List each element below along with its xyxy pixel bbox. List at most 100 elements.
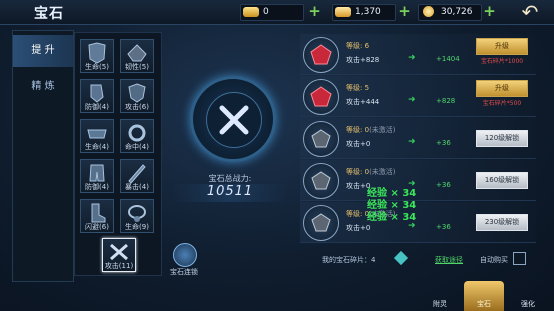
silver-resource: 1,370 <box>332 4 396 21</box>
red-gem-icon <box>310 44 332 65</box>
get-source-link[interactable]: 获取途径 <box>435 255 463 265</box>
blade-icon <box>128 164 146 184</box>
level-label: 等级: <box>346 42 363 50</box>
add-silver-button[interactable]: + <box>397 4 412 19</box>
slot-label: 防御(4) <box>85 183 109 191</box>
slot-label: 防御(4) <box>85 103 109 111</box>
slot-1[interactable]: 生命(5) <box>80 39 114 73</box>
gem-gain: +828 <box>436 97 456 105</box>
tab-refine[interactable]: 精 炼 <box>13 71 73 103</box>
level-label: 等级: <box>346 126 363 134</box>
upgrade-cost: 宝石碎片*1000 <box>480 58 524 65</box>
power-label: 宝石总战力: <box>208 174 252 183</box>
coin-resource: 30,726 <box>418 4 482 21</box>
gold-ingot-icon <box>243 7 259 17</box>
slot-6[interactable]: 命中(4) <box>120 119 154 153</box>
silver-value: 1,370 <box>355 7 381 17</box>
tab-gem[interactable]: 宝石 <box>464 281 504 311</box>
slot-8[interactable]: 暴击(4) <box>120 159 154 193</box>
level-status: (未激活) <box>369 126 396 134</box>
level-label: 等级: <box>346 210 363 218</box>
gem-gain: +36 <box>436 139 451 147</box>
gem-attack: 攻击+828 <box>346 56 380 64</box>
bottom-tabs: 附灵 宝石 强化 <box>418 281 554 311</box>
back-arrow-icon: ↶ <box>521 0 539 24</box>
exp-popup-line: 经验 × 34 <box>367 188 417 199</box>
tab-strengthen[interactable]: 强化 <box>508 281 548 311</box>
gem-icon-frame <box>303 121 339 157</box>
boots-icon <box>91 203 106 223</box>
unlock-button[interactable]: 230级解锁 <box>476 214 528 231</box>
exp-popup-line: 经验 × 34 <box>367 212 417 223</box>
crossed-swords-icon <box>110 243 128 261</box>
armor-icon <box>88 42 106 64</box>
belt-icon <box>87 129 107 139</box>
crossed-swords-icon <box>219 105 249 135</box>
unlock-button[interactable]: 160级解锁 <box>476 172 528 189</box>
slot-3[interactable]: 防御(4) <box>80 79 114 113</box>
tab-enchant[interactable]: 附灵 <box>420 281 460 311</box>
slot-9[interactable]: 闪避(6) <box>80 199 114 233</box>
power-value: 10511 <box>173 184 287 202</box>
shoulder-icon <box>127 44 147 62</box>
slot-11-selected[interactable]: 攻击(11) <box>102 238 136 272</box>
gem-list: 等级: 6 攻击+828 ➜ +1404 升级 宝石碎片*1000 等级: 5 … <box>300 34 540 244</box>
tab-upgrade[interactable]: 提 升 <box>13 35 73 67</box>
gem-icon-frame <box>303 37 339 73</box>
level-label: 等级: <box>346 84 363 92</box>
red-gem-icon <box>310 86 332 107</box>
arrow-right-icon: ➜ <box>408 95 416 105</box>
gem-level: 等级: 0(未激活) <box>346 167 396 177</box>
slot-7[interactable]: 防御(4) <box>80 159 114 193</box>
gem-link-button[interactable]: 宝石连锁 <box>163 241 203 279</box>
gem-icon-frame <box>303 79 339 115</box>
slot-label: 生命(9) <box>125 223 149 231</box>
gem-attack: 攻击+0 <box>346 140 371 148</box>
auto-buy-checkbox[interactable] <box>513 252 526 265</box>
gem-attack: 攻击+0 <box>346 224 371 232</box>
gem-row: 等级: 0(未激活) 攻击+0 ➜ +36 120级解锁 <box>300 118 536 159</box>
back-button[interactable]: ↶ <box>512 1 548 23</box>
gem-gain: +1404 <box>436 55 460 63</box>
gem-link-label: 宝石连锁 <box>170 268 198 276</box>
slot-label: 攻击(11) <box>104 262 134 270</box>
gem-icon-frame <box>303 163 339 199</box>
ring-icon <box>128 124 146 142</box>
add-coin-button[interactable]: + <box>482 4 497 19</box>
gem-level: 等级: 5 <box>346 83 369 93</box>
slot-10[interactable]: 生命(9) <box>120 199 154 233</box>
gray-gem-icon <box>311 213 331 232</box>
upgrade-button[interactable]: 升级 <box>476 80 528 97</box>
gem-slot-grid: 生命(5) 韧性(5) 防御(4) 攻击(6) 生命(4) 命中(4) 防御(4… <box>74 32 162 276</box>
gem-center-panel: 宝石总战力: 10511 宝石连锁 <box>163 36 297 276</box>
slot-2[interactable]: 韧性(5) <box>120 39 154 73</box>
coin-value: 30,726 <box>441 7 473 17</box>
gem-level: 等级: 0(未激活) <box>346 125 396 135</box>
gem-row: 等级: 6 攻击+828 ➜ +1404 升级 宝石碎片*1000 <box>300 34 536 75</box>
gold-value: 0 <box>263 7 269 17</box>
upgrade-button[interactable]: 升级 <box>476 38 528 55</box>
gray-gem-icon <box>311 129 331 148</box>
page-title: 宝石 <box>34 6 64 22</box>
slot-label: 暴击(4) <box>125 183 149 191</box>
side-nav: 提 升 精 炼 <box>12 30 74 282</box>
add-gold-button[interactable]: + <box>307 4 322 19</box>
glove-icon <box>90 84 104 103</box>
selected-gem-socket <box>206 92 262 148</box>
tab-strengthen-label: 强化 <box>521 300 535 308</box>
level-value: 6 <box>364 42 370 50</box>
slot-4[interactable]: 攻击(6) <box>120 79 154 113</box>
tab-enchant-label: 附灵 <box>433 300 447 308</box>
unlock-button[interactable]: 120级解锁 <box>476 130 528 147</box>
slot-5[interactable]: 生命(4) <box>80 119 114 153</box>
shard-count: 我的宝石碎片：4 <box>322 256 376 264</box>
gem-attack: 攻击+444 <box>346 98 380 106</box>
slot-label: 韧性(5) <box>125 63 149 71</box>
gold-resource: 0 <box>240 4 304 21</box>
gem-level: 等级: 6 <box>346 41 369 51</box>
coin-icon <box>423 6 434 17</box>
tab-gem-label: 宝石 <box>477 300 491 308</box>
pants-icon <box>89 164 105 182</box>
gem-screen: 宝石 0 + 1,370 + 30,726 + ↶ 提 升 精 炼 生命(5) <box>0 0 554 311</box>
gem-row: 等级: 0(未激活) 攻击+0 ➜ +36 230级解锁 <box>300 202 536 243</box>
